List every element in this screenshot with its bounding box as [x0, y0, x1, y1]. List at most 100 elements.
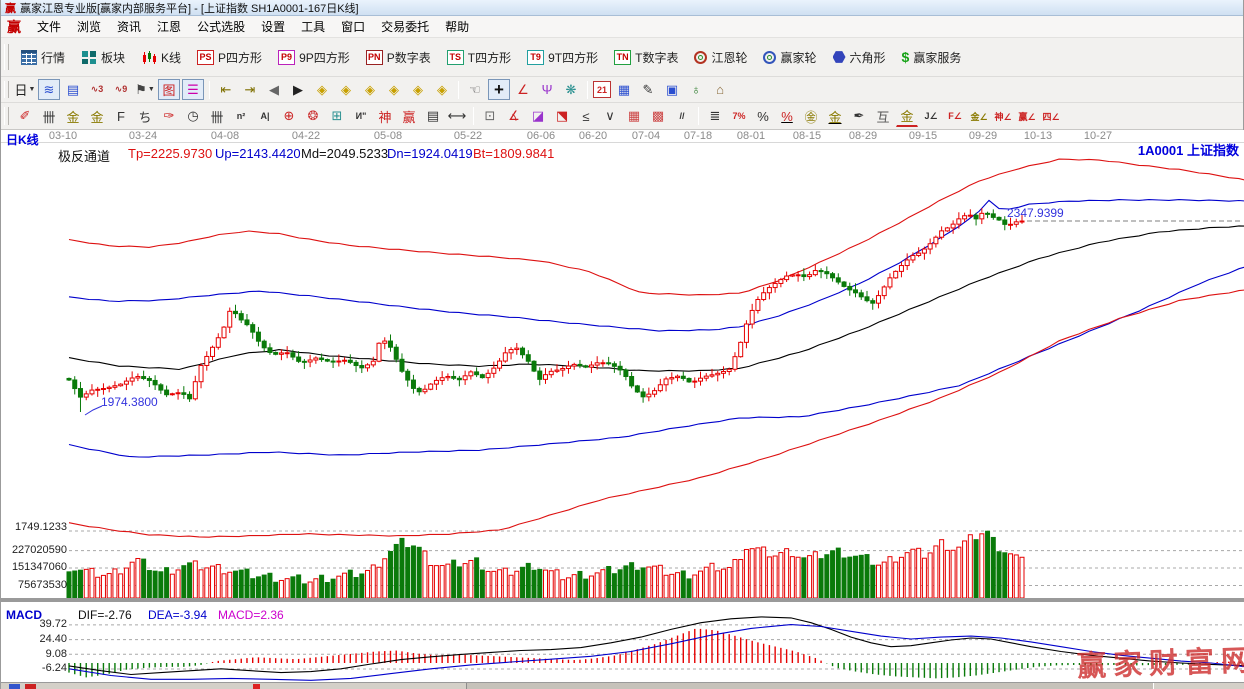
- four-angle-button[interactable]: 四∠: [1040, 106, 1062, 127]
- gann-tool-button[interactable]: Ψ: [536, 79, 558, 100]
- t-number-button[interactable]: TN T数字表: [606, 45, 686, 70]
- menu-7[interactable]: 窗口: [333, 18, 373, 36]
- n-square-button[interactable]: n²: [230, 106, 252, 127]
- next-bar-button[interactable]: ▶: [287, 79, 309, 100]
- box-diagonal-button[interactable]: ⬔: [551, 106, 573, 127]
- sectors-button[interactable]: 板块: [73, 45, 133, 70]
- spiral-button[interactable]: ち: [134, 106, 156, 127]
- gann-fan-button[interactable]: ∡: [503, 106, 525, 127]
- square-spiral-button[interactable]: ⊞: [326, 106, 348, 127]
- prev-bar-button[interactable]: ◀: [263, 79, 285, 100]
- memo-edit-button[interactable]: ✎: [637, 79, 659, 100]
- gann-comb-button[interactable]: 卌: [38, 106, 60, 127]
- draw-pen-button[interactable]: ✐: [14, 106, 36, 127]
- goto-end-button[interactable]: ⇥: [239, 79, 261, 100]
- circle-cross-button[interactable]: ⊕: [278, 106, 300, 127]
- v-wave-button[interactable]: ∨: [599, 106, 621, 127]
- t-square-button[interactable]: TS T四方形: [439, 45, 519, 70]
- price-steps-button[interactable]: ≣: [704, 106, 726, 127]
- ying-tool-button[interactable]: 赢: [398, 106, 420, 127]
- i-mark-button[interactable]: И": [350, 106, 372, 127]
- f-angle-button[interactable]: F∠: [944, 106, 966, 127]
- pan-right-button[interactable]: ◈: [335, 79, 357, 100]
- status-chip-icon[interactable]: [9, 684, 20, 689]
- period-day-button[interactable]: 日 ▼: [14, 79, 36, 100]
- save-disk-button[interactable]: ▣: [661, 79, 683, 100]
- quotes-button[interactable]: 行情: [13, 45, 73, 70]
- ruler-123-button[interactable]: ▤: [422, 106, 444, 127]
- trend-curve-button[interactable]: ≋: [38, 79, 60, 100]
- gold-under-button[interactable]: 金: [824, 106, 846, 127]
- p-square-button[interactable]: PS P四方形: [189, 45, 270, 70]
- j-angle-button[interactable]: J∠: [920, 106, 942, 127]
- menu-8[interactable]: 交易委托: [373, 18, 437, 36]
- box-tool-button[interactable]: ⊡: [479, 106, 501, 127]
- a-angle-button[interactable]: A|: [254, 106, 276, 127]
- winner-wheel-button[interactable]: 赢家轮: [755, 45, 824, 70]
- calculator-button[interactable]: ▦: [613, 79, 635, 100]
- chart-map-button[interactable]: 图: [158, 79, 180, 100]
- gann-wheel-small-button[interactable]: ❂: [302, 106, 324, 127]
- menu-2[interactable]: 资讯: [109, 18, 149, 36]
- measure-button[interactable]: ⟷: [446, 106, 468, 127]
- pan-both-button[interactable]: ◈: [359, 79, 381, 100]
- menu-4[interactable]: 公式选股: [189, 18, 253, 36]
- compress-button[interactable]: ◈: [383, 79, 405, 100]
- gold-circle-button[interactable]: ㊎: [800, 106, 822, 127]
- gold-ratio-button[interactable]: 金: [62, 106, 84, 127]
- wave-9-button[interactable]: ∿9: [110, 79, 132, 100]
- percent-button[interactable]: %: [752, 106, 774, 127]
- percent-line-button[interactable]: 7%: [728, 106, 750, 127]
- ying-angle-button[interactable]: 赢∠: [1016, 106, 1038, 127]
- p9-square-button[interactable]: P9 9P四方形: [270, 45, 358, 70]
- expand-button[interactable]: ◈: [407, 79, 429, 100]
- status-scroll-track[interactable]: [466, 683, 1154, 689]
- hexagon-button[interactable]: 六角形: [825, 45, 894, 70]
- info-note-button[interactable]: ▤: [62, 79, 84, 100]
- menu-3[interactable]: 江恩: [149, 18, 189, 36]
- title-bar[interactable]: 赢 赢家江恩专业版[赢家内部服务平台] - [上证指数 SH1A0001-167…: [1, 0, 1243, 16]
- calendar-21-button[interactable]: 21: [593, 81, 611, 98]
- gold-red-under-button[interactable]: 金: [896, 106, 918, 127]
- web-sync-button[interactable]: ♁: [685, 79, 707, 100]
- angle-compass-button[interactable]: ∠: [512, 79, 534, 100]
- kline-button[interactable]: K线: [133, 45, 189, 70]
- menu-0[interactable]: 文件: [29, 18, 69, 36]
- percent-under-button[interactable]: %: [776, 106, 798, 127]
- goto-start-button[interactable]: ⇤: [215, 79, 237, 100]
- pan-hand-button[interactable]: ☜: [464, 79, 486, 100]
- pan-left-button[interactable]: ◈: [311, 79, 333, 100]
- center-view-button[interactable]: ◈: [431, 79, 453, 100]
- hu-tool-button[interactable]: 互: [872, 106, 894, 127]
- time-comb-button[interactable]: 卌: [206, 106, 228, 127]
- t9-square-button[interactable]: T9 9T四方形: [519, 45, 606, 70]
- shen-angle-button[interactable]: 神∠: [992, 106, 1014, 127]
- menu-1[interactable]: 浏览: [69, 18, 109, 36]
- brush-grid-button[interactable]: ✑: [158, 106, 180, 127]
- parallel-lines-button[interactable]: //: [671, 106, 693, 127]
- menu-5[interactable]: 设置: [253, 18, 293, 36]
- crosshair-button[interactable]: +: [488, 79, 510, 100]
- chart-area[interactable]: 03-10 03-24 04-08 04-22 05-08 05-22 06-06 06-20…: [1, 130, 1244, 683]
- winner-service-button[interactable]: $ 赢家服务: [894, 45, 970, 70]
- toolbar-grip[interactable]: [4, 43, 9, 71]
- ink-pen-button[interactable]: ✒: [848, 106, 870, 127]
- menu-6[interactable]: 工具: [293, 18, 333, 36]
- gold-angle-button[interactable]: 金∠: [968, 106, 990, 127]
- toolbar-grip[interactable]: [4, 106, 9, 126]
- p-number-button[interactable]: PN P数字表: [358, 45, 439, 70]
- status-chip-icon[interactable]: [25, 684, 36, 689]
- arrow-fan-button[interactable]: ≤: [575, 106, 597, 127]
- time-circle-button[interactable]: ◷: [182, 106, 204, 127]
- red-grid-button[interactable]: ▦: [623, 106, 645, 127]
- grid-arrow-button[interactable]: ▩: [647, 106, 669, 127]
- toolbar-grip[interactable]: [4, 80, 9, 99]
- gann-wheel-button[interactable]: 江恩轮: [686, 45, 755, 70]
- menu-9[interactable]: 帮助: [437, 18, 477, 36]
- wave-3-button[interactable]: ∿3: [86, 79, 108, 100]
- pane-splitter[interactable]: [1, 598, 1244, 602]
- flag-marker-button[interactable]: ⚑ ▼: [134, 79, 156, 100]
- shen-tool-button[interactable]: 神: [374, 106, 396, 127]
- fan-box-button[interactable]: ◪: [527, 106, 549, 127]
- fibo-f-button[interactable]: F: [110, 106, 132, 127]
